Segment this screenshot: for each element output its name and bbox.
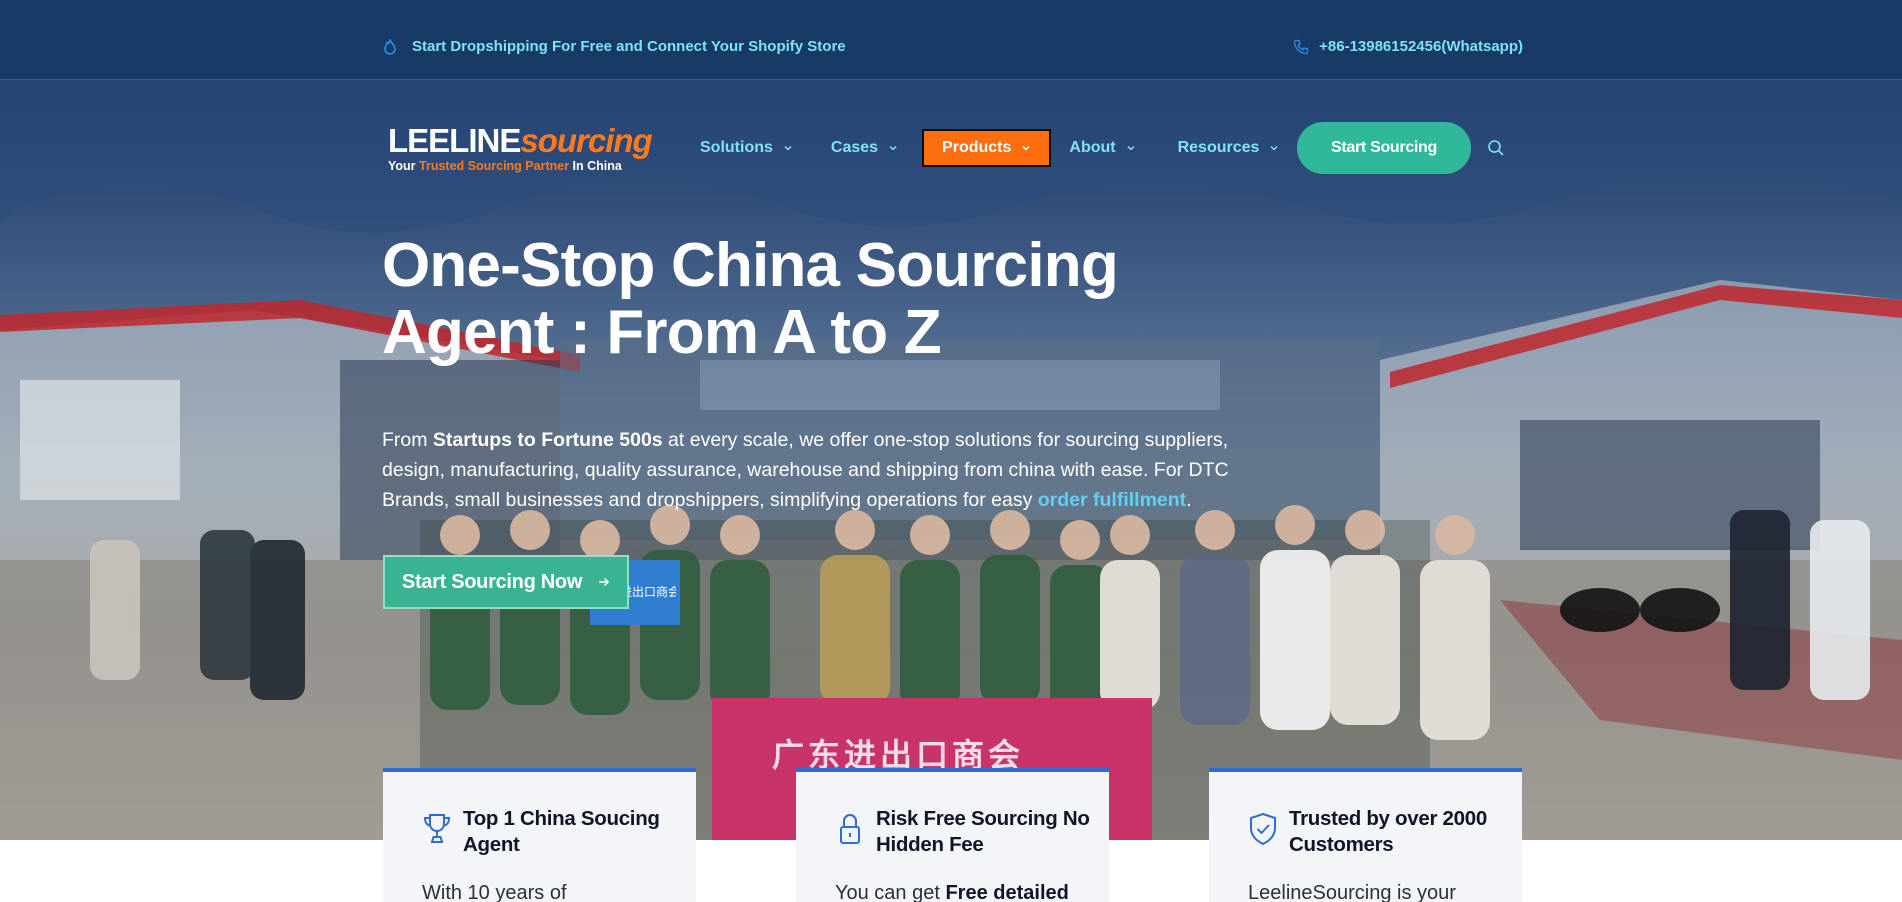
tagline-3: In China: [569, 159, 622, 173]
start-sourcing-now-button[interactable]: Start Sourcing Now: [383, 555, 629, 609]
lock-icon: [840, 814, 860, 844]
chevron-down-icon: [784, 145, 792, 151]
trophy-icon: [423, 814, 451, 843]
order-fulfillment-link[interactable]: order fulfillment: [1038, 489, 1186, 511]
card-title: Risk Free Sourcing No Hidden Fee: [876, 807, 1090, 856]
headline-line-1: One-Stop China Sourcing: [382, 231, 1119, 300]
card-title: Trusted by over 2000 Customers: [1289, 807, 1487, 856]
tagline-1: Your: [388, 159, 420, 173]
nav-label[interactable]: Products: [942, 139, 1011, 157]
search-icon[interactable]: [1487, 139, 1505, 157]
card-text: You can get Free detailed: [835, 880, 1105, 902]
headline-line-2: Agent : From A to Z: [382, 298, 942, 367]
nav-resources[interactable]: Resources: [1178, 129, 1280, 167]
promo-text[interactable]: Start Dropshipping For Free and Connect …: [412, 38, 846, 55]
card-text: LeelineSourcing is your: [1248, 880, 1518, 902]
trade-fair-photo: [0, 0, 1902, 840]
phone-icon: [1293, 39, 1309, 54]
nav-label[interactable]: About: [1069, 139, 1115, 157]
nav-about[interactable]: About: [1069, 129, 1135, 167]
top-bar: Start Dropshipping For Free and Connect …: [0, 0, 1902, 80]
logo-word-2: sourcing: [520, 122, 652, 159]
nav-products[interactable]: Products: [922, 129, 1052, 167]
feature-card-trusted: Trusted by over 2000 Customers LeelineSo…: [1209, 768, 1522, 902]
hero-background: 广东进出口商会 广东进出口商会: [0, 0, 1902, 840]
shield-check-icon: [1250, 812, 1276, 846]
phone-link[interactable]: +86-13986152456(Whatsapp): [1293, 38, 1523, 55]
card-text-bold: Free detailed: [945, 882, 1069, 902]
card-text-plain: You can get: [835, 882, 946, 902]
tagline-2: Trusted Sourcing Partner: [419, 159, 570, 173]
feature-card-top1: Top 1 China Soucing Agent With 10 years …: [383, 768, 696, 902]
card-title: Top 1 China Soucing Agent: [463, 807, 660, 856]
main-nav: Solutions Cases Products About Resources: [700, 128, 1279, 168]
intro-prefix: From: [382, 429, 433, 451]
logo-tagline: Your Trusted Sourcing Partner In China: [388, 159, 663, 173]
intro-end: .: [1186, 489, 1192, 511]
cta-label[interactable]: Start Sourcing Now: [402, 571, 582, 594]
start-sourcing-button[interactable]: Start Sourcing: [1297, 122, 1471, 174]
feature-card-risk-free: Risk Free Sourcing No Hidden Fee You can…: [796, 768, 1109, 902]
nav-label[interactable]: Cases: [831, 139, 878, 157]
card-text: With 10 years of: [422, 880, 692, 902]
chevron-down-icon: [1127, 145, 1135, 151]
chevron-down-icon: [1022, 145, 1030, 151]
hero-intro: From Startups to Fortune 500s at every s…: [382, 425, 1242, 515]
intro-bold: Startups to Fortune 500s: [432, 429, 663, 451]
nav-label[interactable]: Resources: [1178, 139, 1260, 157]
hero-headline: One-Stop China Sourcing Agent : From A t…: [382, 232, 1182, 366]
fire-icon: [384, 38, 396, 55]
arrow-right-icon: [599, 577, 610, 587]
chevron-down-icon: [889, 145, 897, 151]
site-logo[interactable]: LEELINEsourcing Your Trusted Sourcing Pa…: [388, 122, 663, 173]
chevron-down-icon: [1270, 145, 1278, 151]
card-text-plain: With 10 years of: [422, 882, 567, 902]
nav-label[interactable]: Solutions: [700, 139, 773, 157]
promo-link[interactable]: Start Dropshipping For Free and Connect …: [382, 38, 846, 55]
logo-word-1: LEELINE: [388, 122, 521, 159]
card-text-plain: LeelineSourcing is your: [1248, 882, 1456, 902]
phone-number[interactable]: +86-13986152456(Whatsapp): [1319, 38, 1523, 55]
nav-cases[interactable]: Cases: [831, 129, 898, 167]
nav-solutions[interactable]: Solutions: [700, 129, 793, 167]
